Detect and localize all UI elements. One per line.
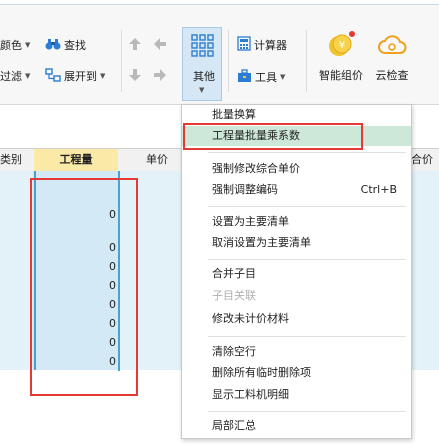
ribbon-separator	[121, 30, 122, 92]
chevron-down-icon: ▼	[280, 73, 286, 81]
menu-item-merge-sub-items[interactable]: 合并子目	[182, 264, 411, 284]
menu-item-label: 局部汇总	[212, 419, 256, 432]
smart-price-label: 智能组价	[319, 69, 363, 82]
menu-item-sub-item-link: 子目关联	[182, 286, 411, 306]
chevron-down-icon: ▼	[25, 72, 31, 80]
find-button[interactable]: 查找	[45, 35, 86, 55]
menu-item-clear-empty-rows[interactable]: 清除空行	[182, 342, 411, 362]
col-header-total[interactable]: 合价	[411, 149, 439, 171]
toolbox-icon	[237, 68, 252, 86]
menu-separator	[208, 336, 406, 337]
menu-item-label: 设置为主要清单	[212, 215, 289, 228]
menu-item-label: 强制调整编码	[212, 183, 278, 196]
menu-item-label: 显示工料机明细	[212, 388, 289, 401]
chevron-down-icon: ▼	[199, 86, 205, 94]
menu-item-label: 修改未计价材料	[212, 312, 289, 325]
menu-item-batch-conversion[interactable]: 批量换算	[182, 105, 411, 125]
menu-item-label: 删除所有临时删除项	[212, 366, 311, 379]
col-header-category[interactable]: 类别	[0, 149, 30, 171]
menu-separator	[208, 259, 406, 260]
menu-item-label: 取消设置为主要清单	[212, 236, 311, 249]
ribbon-separator	[306, 30, 307, 92]
filter-label: 过滤	[0, 70, 22, 83]
menu-item-partial-summary[interactable]: 局部汇总	[182, 416, 411, 436]
cloud-icon	[377, 33, 407, 60]
other-dropdown-menu: 批量换算 工程量批量乘系数 强制修改综合单价 强制调整编码 Ctrl+B 设置为主…	[181, 104, 412, 439]
menu-item-unset-main-list[interactable]: 取消设置为主要清单	[182, 233, 411, 253]
menu-item-label: 子目关联	[212, 289, 256, 302]
binoculars-icon	[45, 37, 61, 54]
menu-item-set-main-list[interactable]: 设置为主要清单	[182, 212, 411, 232]
coin-icon: ¥	[326, 31, 356, 62]
chevron-down-icon: ▼	[100, 72, 106, 80]
col-header-unit-price[interactable]: 单价	[146, 149, 176, 171]
menu-separator	[208, 206, 406, 207]
annotation-box-menu-item	[183, 123, 363, 150]
svg-text:¥: ¥	[339, 40, 345, 51]
calculator-button[interactable]: 计算器	[237, 35, 287, 55]
menu-item-label: 合并子目	[212, 267, 256, 280]
menu-item-label: 清除空行	[212, 345, 256, 358]
find-label: 查找	[64, 39, 86, 52]
other-label: 其他	[193, 70, 215, 83]
menu-item-label: 批量换算	[212, 108, 256, 121]
expand-to-label: 展开到	[64, 70, 97, 83]
menu-item-force-adjust-code[interactable]: 强制调整编码 Ctrl+B	[182, 180, 411, 200]
move-up-icon[interactable]	[127, 36, 143, 55]
menu-item-force-unit-price[interactable]: 强制修改综合单价	[182, 159, 411, 179]
menu-separator	[208, 152, 406, 153]
col-header-quantity[interactable]: 工程量	[34, 149, 118, 171]
tools-button[interactable]: 工具 ▼	[237, 67, 285, 87]
annotation-box-quantity	[30, 178, 138, 396]
chevron-down-icon: ▼	[25, 41, 31, 49]
menu-item-shortcut: Ctrl+B	[360, 183, 397, 196]
tools-label: 工具	[255, 71, 277, 84]
move-left-icon[interactable]	[152, 36, 168, 55]
cloud-check-button[interactable]: 云检查	[370, 27, 414, 87]
smart-price-button[interactable]: ¥ 智能组价	[313, 27, 369, 87]
color-button[interactable]: 颜色 ▼	[0, 35, 30, 55]
tree-expand-icon	[45, 67, 61, 85]
color-label: 颜色	[0, 39, 22, 52]
menu-separator	[208, 411, 406, 412]
other-button[interactable]: 其他 ▼	[182, 27, 222, 101]
expand-to-button[interactable]: 展开到 ▼	[45, 66, 105, 86]
menu-item-label: 强制修改综合单价	[212, 162, 300, 175]
menu-item-show-material-detail[interactable]: 显示工料机明细	[182, 385, 411, 405]
ribbon-separator	[228, 30, 229, 92]
grid-icon	[191, 34, 215, 61]
move-right-icon[interactable]	[152, 67, 168, 86]
filter-button[interactable]: 过滤 ▼	[0, 66, 30, 86]
calculator-icon	[237, 36, 251, 54]
calculator-label: 计算器	[254, 39, 287, 52]
menu-item-delete-temp-items[interactable]: 删除所有临时删除项	[182, 363, 411, 383]
move-down-icon[interactable]	[127, 67, 143, 86]
menu-item-modify-unpriced-material[interactable]: 修改未计价材料	[182, 309, 411, 329]
cloud-check-label: 云检查	[375, 69, 409, 82]
ribbon-top-border	[0, 0, 439, 5]
